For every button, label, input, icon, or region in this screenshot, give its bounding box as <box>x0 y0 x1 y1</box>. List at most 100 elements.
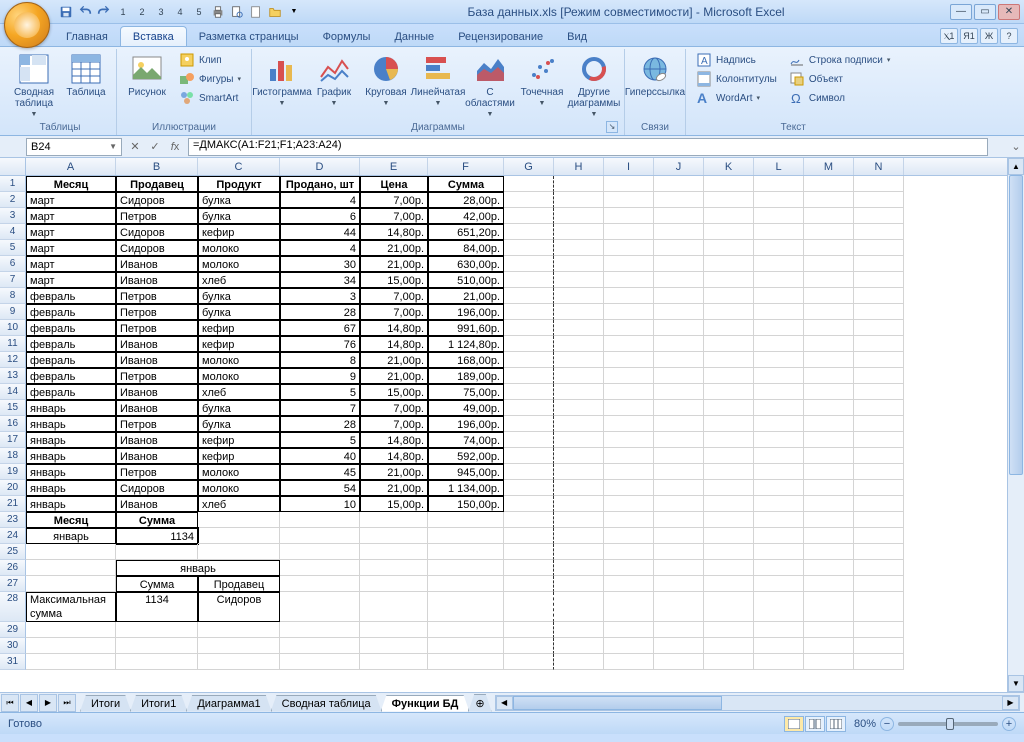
sheet-tab[interactable]: Сводная таблица <box>271 695 382 712</box>
btn-line-chart[interactable]: График▼ <box>310 51 358 109</box>
cell-D13[interactable]: 9 <box>280 368 360 384</box>
cell-F7[interactable]: 510,00р. <box>428 272 504 288</box>
btn-object[interactable]: Объект <box>785 70 895 88</box>
cell-K26[interactable] <box>704 560 754 576</box>
cell-C16[interactable]: булка <box>198 416 280 432</box>
cell-D21[interactable]: 10 <box>280 496 360 512</box>
cell-G13[interactable] <box>504 368 554 384</box>
cell-J21[interactable] <box>654 496 704 512</box>
cell-H3[interactable] <box>554 208 604 224</box>
cell-K9[interactable] <box>704 304 754 320</box>
cell-B17[interactable]: Иванов <box>116 432 198 448</box>
cell-C1[interactable]: Продукт <box>198 176 280 192</box>
cell-C9[interactable]: булка <box>198 304 280 320</box>
cell-M5[interactable] <box>804 240 854 256</box>
qat-4[interactable]: 4 <box>172 4 188 20</box>
cell-D11[interactable]: 76 <box>280 336 360 352</box>
btn-picture[interactable]: Рисунок <box>123 51 171 100</box>
cell-H9[interactable] <box>554 304 604 320</box>
qat-5[interactable]: 5 <box>191 4 207 20</box>
vertical-scrollbar[interactable]: ▲ ▼ <box>1007 158 1024 692</box>
cell-K28[interactable] <box>704 592 754 622</box>
help-q[interactable]: ? <box>1000 28 1018 44</box>
cell-F25[interactable] <box>428 544 504 560</box>
cell-G28[interactable] <box>504 592 554 622</box>
cell-J19[interactable] <box>654 464 704 480</box>
btn-column-chart[interactable]: Гистограмма▼ <box>258 51 306 109</box>
formula-input[interactable]: =ДМАКС(A1:F21;F1;A23:A24) <box>188 138 988 156</box>
cell-H26[interactable] <box>554 560 604 576</box>
cell-E24[interactable] <box>360 528 428 544</box>
cell-H8[interactable] <box>554 288 604 304</box>
cell-B31[interactable] <box>116 654 198 670</box>
cell-L13[interactable] <box>754 368 804 384</box>
cell-M15[interactable] <box>804 400 854 416</box>
hscroll-left[interactable]: ◀ <box>496 696 513 710</box>
cell-D25[interactable] <box>280 544 360 560</box>
cell-E20[interactable]: 21,00р. <box>360 480 428 496</box>
cell-N25[interactable] <box>854 544 904 560</box>
cell-C14[interactable]: хлеб <box>198 384 280 400</box>
cell-B2[interactable]: Сидоров <box>116 192 198 208</box>
cell-A11[interactable]: февраль <box>26 336 116 352</box>
cell-N4[interactable] <box>854 224 904 240</box>
cell-E3[interactable]: 7,00р. <box>360 208 428 224</box>
zoom-out[interactable]: − <box>880 717 894 731</box>
cell-A7[interactable]: март <box>26 272 116 288</box>
cell-C13[interactable]: молоко <box>198 368 280 384</box>
cell-L17[interactable] <box>754 432 804 448</box>
cell-E9[interactable]: 7,00р. <box>360 304 428 320</box>
cell-A6[interactable]: март <box>26 256 116 272</box>
cell-K25[interactable] <box>704 544 754 560</box>
cell-N31[interactable] <box>854 654 904 670</box>
qat-dropdown[interactable]: ▼ <box>286 4 302 20</box>
cell-L19[interactable] <box>754 464 804 480</box>
cell-I18[interactable] <box>604 448 654 464</box>
cell-M12[interactable] <box>804 352 854 368</box>
cell-E2[interactable]: 7,00р. <box>360 192 428 208</box>
cell-A31[interactable] <box>26 654 116 670</box>
cell-A26[interactable] <box>26 560 116 576</box>
cell-I12[interactable] <box>604 352 654 368</box>
cell-G17[interactable] <box>504 432 554 448</box>
cell-B12[interactable]: Иванов <box>116 352 198 368</box>
hscroll-right[interactable]: ▶ <box>1002 696 1019 710</box>
cell-G14[interactable] <box>504 384 554 400</box>
cell-E14[interactable]: 15,00р. <box>360 384 428 400</box>
cell-E11[interactable]: 14,80р. <box>360 336 428 352</box>
cell-A29[interactable] <box>26 622 116 638</box>
cell-F18[interactable]: 592,00р. <box>428 448 504 464</box>
cell-J1[interactable] <box>654 176 704 192</box>
cell-M28[interactable] <box>804 592 854 622</box>
zoom-value[interactable]: 80% <box>854 718 876 730</box>
cell-B4[interactable]: Сидоров <box>116 224 198 240</box>
cell-L28[interactable] <box>754 592 804 622</box>
cell-E7[interactable]: 15,00р. <box>360 272 428 288</box>
cell-I19[interactable] <box>604 464 654 480</box>
cell-C24[interactable] <box>198 528 280 544</box>
maximize-button[interactable]: ▭ <box>974 4 996 20</box>
cell-H21[interactable] <box>554 496 604 512</box>
tab-review[interactable]: Рецензирование <box>446 27 555 46</box>
cell-G12[interactable] <box>504 352 554 368</box>
cell-L31[interactable] <box>754 654 804 670</box>
cell-L1[interactable] <box>754 176 804 192</box>
cell-F23[interactable] <box>428 512 504 528</box>
cancel-formula[interactable]: ✕ <box>126 138 144 156</box>
cell-K16[interactable] <box>704 416 754 432</box>
cell-M20[interactable] <box>804 480 854 496</box>
row-header[interactable]: 16 <box>0 416 26 432</box>
cell-F2[interactable]: 28,00р. <box>428 192 504 208</box>
cell-E31[interactable] <box>360 654 428 670</box>
cell-A4[interactable]: март <box>26 224 116 240</box>
cell-N26[interactable] <box>854 560 904 576</box>
cell-N1[interactable] <box>854 176 904 192</box>
help-r1[interactable]: Я1 <box>960 28 978 44</box>
cell-I14[interactable] <box>604 384 654 400</box>
zoom-in[interactable]: + <box>1002 717 1016 731</box>
row-header[interactable]: 17 <box>0 432 26 448</box>
cell-M29[interactable] <box>804 622 854 638</box>
cell-H5[interactable] <box>554 240 604 256</box>
cell-H25[interactable] <box>554 544 604 560</box>
cell-N3[interactable] <box>854 208 904 224</box>
